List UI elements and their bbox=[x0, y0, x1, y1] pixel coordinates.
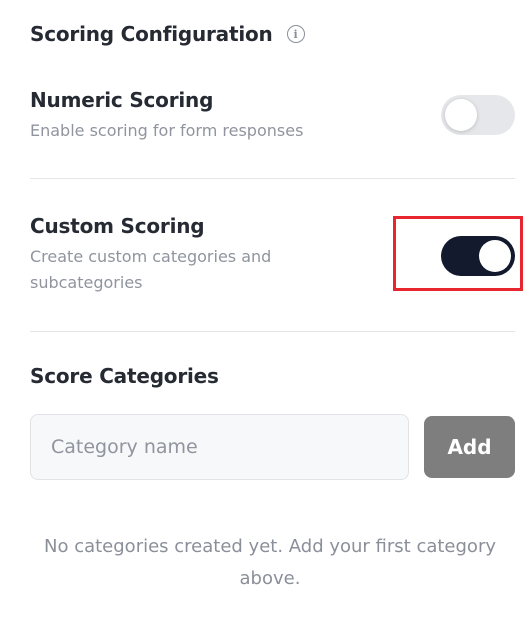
divider bbox=[30, 331, 515, 332]
highlight-box bbox=[393, 216, 523, 291]
numeric-scoring-description: Enable scoring for form responses bbox=[30, 121, 304, 140]
info-icon[interactable]: i bbox=[286, 25, 305, 43]
empty-categories-message: No categories created yet. Add your firs… bbox=[44, 536, 496, 589]
toggle-knob bbox=[445, 99, 477, 131]
category-name-input[interactable] bbox=[30, 414, 409, 480]
scoring-configuration-header: Scoring Configuration i bbox=[30, 22, 305, 46]
divider bbox=[30, 178, 515, 179]
add-category-button[interactable]: Add bbox=[424, 416, 515, 478]
header-title: Scoring Configuration bbox=[30, 22, 273, 46]
score-categories-title: Score Categories bbox=[30, 364, 219, 388]
numeric-scoring-toggle[interactable] bbox=[441, 95, 515, 135]
custom-scoring-description: Create custom categories and subcategori… bbox=[30, 247, 272, 292]
